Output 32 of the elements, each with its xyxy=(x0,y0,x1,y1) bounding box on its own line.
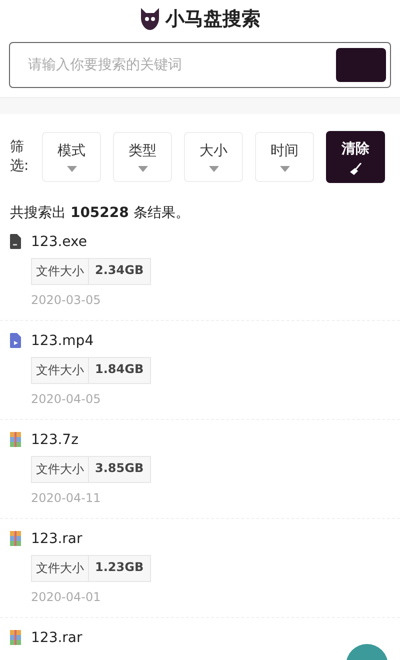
file-date: 2020-03-05 xyxy=(31,293,102,307)
file-name[interactable]: 123.rar xyxy=(31,531,151,547)
file-date: 2020-04-01 xyxy=(31,590,102,604)
video-file-icon xyxy=(10,333,21,348)
file-date: 2020-04-11 xyxy=(31,491,102,505)
file-date: 2020-04-05 xyxy=(31,392,102,406)
archive-file-icon xyxy=(10,432,21,447)
archive-file-icon xyxy=(10,630,21,645)
file-name[interactable]: 123.mp4 xyxy=(31,333,151,349)
filter-dropdown[interactable]: 类型 xyxy=(113,132,172,182)
search-bar[interactable]: 请输入你要搜索的关键词 xyxy=(9,42,391,88)
caret-icon xyxy=(138,166,148,172)
size-tag: 文件大小 3.85GB xyxy=(31,456,151,483)
filter-label: 筛选: xyxy=(10,138,30,176)
caret-icon xyxy=(66,166,76,172)
filter-dropdown[interactable]: 时间 xyxy=(255,132,314,182)
size-tag: 文件大小 1.23GB xyxy=(31,555,151,582)
filter-dropdown[interactable]: 模式 xyxy=(42,132,101,182)
result-count: 共搜索出 105228 条结果。 xyxy=(9,204,190,222)
archive-file-icon xyxy=(10,531,21,546)
file-name[interactable]: 123.7z xyxy=(31,432,151,448)
file-name[interactable]: 123.exe xyxy=(31,234,151,250)
size-tag: 文件大小 1.84GB xyxy=(31,357,151,384)
file-icon xyxy=(10,234,21,249)
caret-icon xyxy=(280,166,290,172)
caret-icon xyxy=(208,166,218,172)
filter-dropdown[interactable]: 大小 xyxy=(184,132,243,182)
size-tag: 文件大小 2.34GB xyxy=(31,258,151,285)
file-name[interactable]: 123.rar xyxy=(31,630,82,646)
site-title: 小马盘搜索 xyxy=(166,7,260,32)
broom-icon xyxy=(350,162,362,174)
clear-button[interactable]: 清除 xyxy=(326,131,385,183)
